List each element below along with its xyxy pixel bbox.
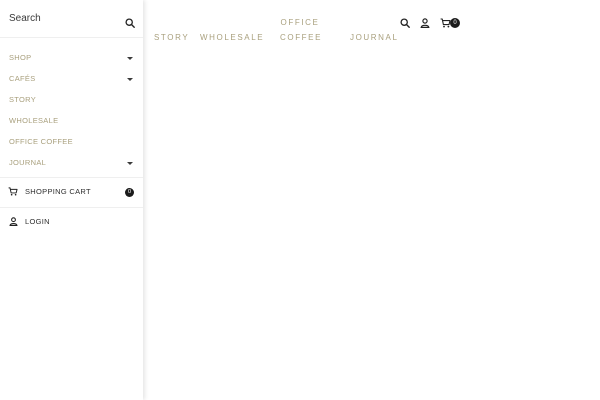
menu-item-label: WHOLESALE [9, 116, 59, 125]
menu-divider [0, 207, 143, 208]
menu-divider [0, 177, 143, 178]
header-nav-office-coffee[interactable]: OFFICE COFFEE [280, 15, 320, 45]
cart-count-badge: 0 [450, 18, 460, 28]
menu-item-office-coffee[interactable]: OFFICE COFFEE [0, 132, 143, 152]
login-link[interactable]: LOGIN [0, 210, 143, 234]
drawer-search-bar [0, 0, 143, 38]
account-icon [8, 216, 18, 226]
menu-item-story[interactable]: STORY [0, 90, 143, 110]
header-nav-wholesale[interactable]: WHOLESALE [200, 30, 264, 45]
mobile-menu-drawer: SHOP CAFÉS STORY WHOLESALE OFFICE COFFEE… [0, 0, 143, 400]
menu-item-label: OFFICE COFFEE [9, 137, 73, 146]
search-input[interactable] [9, 13, 119, 24]
chevron-down-icon[interactable] [127, 78, 133, 81]
menu-item-label: JOURNAL [9, 158, 47, 167]
header-nav-journal[interactable]: JOURNAL [350, 30, 399, 45]
menu-item-wholesale[interactable]: WHOLESALE [0, 111, 143, 131]
login-label: LOGIN [25, 217, 50, 226]
chevron-down-icon[interactable] [127, 57, 133, 60]
menu-item-shop[interactable]: SHOP [0, 48, 143, 68]
cart-icon [8, 186, 18, 196]
menu-item-label: CAFÉS [9, 74, 36, 83]
cart-count-badge: 0 [125, 188, 134, 197]
shopping-cart-link[interactable]: SHOPPING CART 0 [0, 180, 143, 204]
search-icon[interactable] [124, 17, 135, 28]
menu-item-cafes[interactable]: CAFÉS [0, 69, 143, 89]
shopping-cart-label: SHOPPING CART [25, 187, 91, 196]
menu-item-label: SHOP [9, 53, 32, 62]
menu-item-journal[interactable]: JOURNAL [0, 153, 143, 173]
header-nav-story[interactable]: STORY [154, 30, 189, 45]
search-icon[interactable] [399, 17, 411, 29]
account-icon[interactable] [419, 17, 431, 29]
menu-item-label: STORY [9, 95, 37, 104]
chevron-down-icon[interactable] [127, 162, 133, 165]
